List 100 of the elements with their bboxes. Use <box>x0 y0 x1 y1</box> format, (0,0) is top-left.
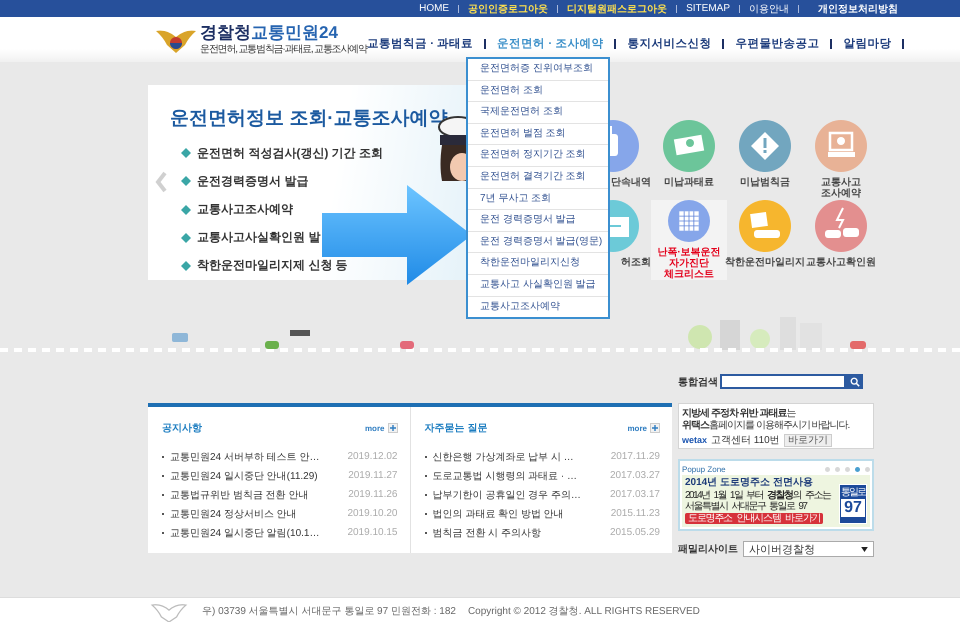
wetax-logo: wetax <box>682 435 708 445</box>
board-post-link[interactable]: 범칙금 전환 시 주의사항 <box>432 526 604 540</box>
hero-link[interactable]: 운전경력증명서 발급 <box>197 172 308 190</box>
warning-icon[interactable] <box>739 120 791 172</box>
board-title: 공지사항 <box>162 422 203 435</box>
popup-headline: 2014년 도로명주소 전면사용 <box>685 476 814 490</box>
monitor-icon[interactable] <box>815 120 867 172</box>
quick-menu-label[interactable]: 미납과태료 <box>664 177 714 188</box>
nav-menu-item[interactable]: 우편물반송공고 <box>735 36 820 51</box>
road-sign-name: 통일로 <box>841 486 865 499</box>
submenu-item[interactable]: 교통사고조사예약 <box>468 296 608 318</box>
post-date: 2019.10.20 <box>347 508 398 519</box>
more-link[interactable]: more <box>364 424 384 432</box>
pager-dot[interactable] <box>855 466 860 472</box>
board-post-link[interactable]: 교통법규위반 범칙금 전환 안내 <box>170 488 342 502</box>
nav-menu-item[interactable]: 교통범칙금 · 과태료 <box>367 36 474 51</box>
popup-link-button[interactable]: 도로명주소 안내시스템 바로가기 <box>685 513 824 524</box>
top-link[interactable]: 개인정보처리방침 <box>818 2 898 16</box>
submenu-item[interactable]: 교통사고 사실확인원 발급 <box>468 274 608 297</box>
search-field[interactable] <box>720 374 846 389</box>
quick-menu-label[interactable]: 교통사고 조사예약 <box>821 177 861 199</box>
shortcut-button[interactable]: 바로가기 <box>784 434 832 446</box>
submenu-item[interactable]: 7년 무사고 조회 <box>468 188 608 210</box>
quick-menu-label[interactable]: 교통사고확인원 <box>806 257 876 268</box>
ad-banner[interactable]: 지방세 주정차 위반 과태료는 위택스홈페이지를 이용해주시기 바랍니다. wetax 고객센터 110번 바로가기 <box>678 403 874 449</box>
pager-dot[interactable] <box>825 466 830 472</box>
quick-menu-label[interactable]: 미납범칙금 <box>740 177 790 188</box>
road-sign-number: 97 <box>841 499 865 517</box>
submenu-item[interactable]: 운전면허 결격기간 조회 <box>468 166 608 189</box>
popup-text: 서울특별시 서대문구 통일로 97 <box>685 501 808 512</box>
post-date: 2019.11.27 <box>348 470 398 481</box>
nav-menu-item[interactable]: 알림마당 <box>843 36 892 51</box>
diamond-bullet-icon <box>181 260 191 271</box>
diamond-bullet-icon <box>181 176 191 186</box>
submenu-item[interactable]: 운전면허 정지기간 조회 <box>468 145 608 167</box>
nav-menu-item[interactable]: 통지서비스신청 <box>627 36 712 51</box>
hero-link[interactable]: 교통사고사실확인원 발 <box>197 229 320 246</box>
top-link[interactable]: 디지털원패스로그아웃 <box>567 2 668 16</box>
popup-zone-title: Popup Zone <box>682 464 726 474</box>
submenu-item[interactable]: 운전 경력증명서 발급(영문) <box>468 232 608 254</box>
board-post-link[interactable]: 납부기한이 공휴일인 경우 주의… <box>432 488 604 502</box>
submenu-item[interactable]: 운전면허 조회 <box>468 80 608 102</box>
post-date: 2017.03.27 <box>610 470 660 481</box>
quick-menu-label[interactable]: 단속내역 <box>611 177 651 188</box>
diamond-bullet-icon <box>181 148 191 158</box>
site-logo-title[interactable]: 경찰청교통민원24 <box>200 23 367 42</box>
previous-icon[interactable] <box>155 171 167 193</box>
footer-copyright: Copyright © 2012 경찰청. ALL RIGHTS RESERVED <box>468 605 700 618</box>
quick-menu-label[interactable]: 허조회 <box>621 257 651 268</box>
ad-phone: 고객센터 110번 <box>711 434 780 447</box>
board-post-link[interactable]: 도로교통법 시행령의 과태료 · … <box>432 468 604 482</box>
post-date: 2019.12.02 <box>347 451 398 462</box>
footer-address: 우) 03739 서울특별시 서대문구 통일로 97 민원전화 : 182 <box>202 605 456 618</box>
crash-icon[interactable] <box>815 200 867 252</box>
nav-menu-item[interactable]: 운전면허 · 조사예약 <box>497 36 604 51</box>
plus-icon[interactable] <box>650 423 660 433</box>
top-link[interactable]: 공인인증로그아웃 <box>468 2 548 16</box>
submenu-item[interactable]: 착한운전마일리지신청 <box>468 253 608 275</box>
family-site-select[interactable]: 사이버경찰청 <box>743 541 874 557</box>
diamond-bullet-icon <box>181 204 191 214</box>
submenu-item[interactable]: 운전면허증 진위여부조회 <box>468 59 608 81</box>
pager-dot[interactable] <box>835 466 840 472</box>
family-site-label: 패밀리사이트 <box>678 543 738 556</box>
hero-link[interactable]: 운전면허 적성검사(갱신) 기간 조회 <box>197 144 383 162</box>
board-post-link[interactable]: 교통민원24 일시중단 알림(10.1… <box>170 526 342 540</box>
post-date: 2015.05.29 <box>610 527 660 538</box>
post-date: 2017.11.29 <box>610 451 660 462</box>
board-post-link[interactable]: 신한은행 가상계좌로 납부 시 … <box>432 450 605 464</box>
ad-text: 위택스홈페이지를 이용해주시기 바랍니다. <box>682 420 850 432</box>
board-post-link[interactable]: 교통민원24 정상서비스 안내 <box>170 506 342 520</box>
quick-menu-label[interactable]: 착한운전마일리지 <box>725 257 805 268</box>
top-link[interactable]: SITEMAP <box>686 3 730 14</box>
hero-link[interactable]: 착한운전마일리지제 신청 등 <box>197 257 348 274</box>
diamond-bullet-icon <box>181 232 191 243</box>
hero-link[interactable]: 교통사고조사예약 <box>197 201 293 218</box>
dropdown-caret-icon <box>861 546 868 552</box>
search-button[interactable] <box>846 374 863 389</box>
search-label: 통합검색 <box>678 376 718 388</box>
money-icon[interactable] <box>663 120 715 172</box>
board-post-link[interactable]: 법인의 과태료 확인 방법 안내 <box>432 506 605 520</box>
top-link[interactable]: 이용안내 <box>749 2 789 16</box>
submenu-item[interactable]: 국제운전면허 조회 <box>468 102 608 124</box>
board-post-link[interactable]: 교통민원24 서버부하 테스트 안… <box>170 450 342 464</box>
plus-icon[interactable] <box>388 423 398 433</box>
board-post-link[interactable]: 교통민원24 일시중단 안내(11.29) <box>170 468 342 482</box>
top-link[interactable]: HOME <box>419 3 450 14</box>
ad-headline: 지방세 주정차 위반 과태료는 <box>682 408 797 420</box>
hero-title: 운전면허정보 조회·교통조사예약 <box>170 107 448 131</box>
post-date: 2015.11.23 <box>610 508 660 519</box>
pager-dot[interactable] <box>865 466 870 472</box>
post-date: 2017.03.17 <box>610 489 660 500</box>
post-date: 2019.11.26 <box>348 489 398 500</box>
more-link[interactable]: more <box>627 424 647 432</box>
submenu-item[interactable]: 운전면허 벌점 조회 <box>468 124 608 146</box>
board-title: 자주묻는 질문 <box>424 422 488 435</box>
popup-banner[interactable]: 2014년 도로명주소 전면사용 2014년 1월 1일 부터 경찰청의 주소는 서울특별시 서대문구 통일로 97 도로명주소 안내시스템 바로가기 통일로 97 <box>682 475 870 527</box>
pager-dot[interactable] <box>845 466 850 472</box>
search-icon <box>850 376 860 386</box>
site-tagline: 운전면허, 교통범칙금·과태료, 교통조사예약 <box>200 43 367 56</box>
submenu-item[interactable]: 운전 경력증명서 발급 <box>468 210 608 232</box>
